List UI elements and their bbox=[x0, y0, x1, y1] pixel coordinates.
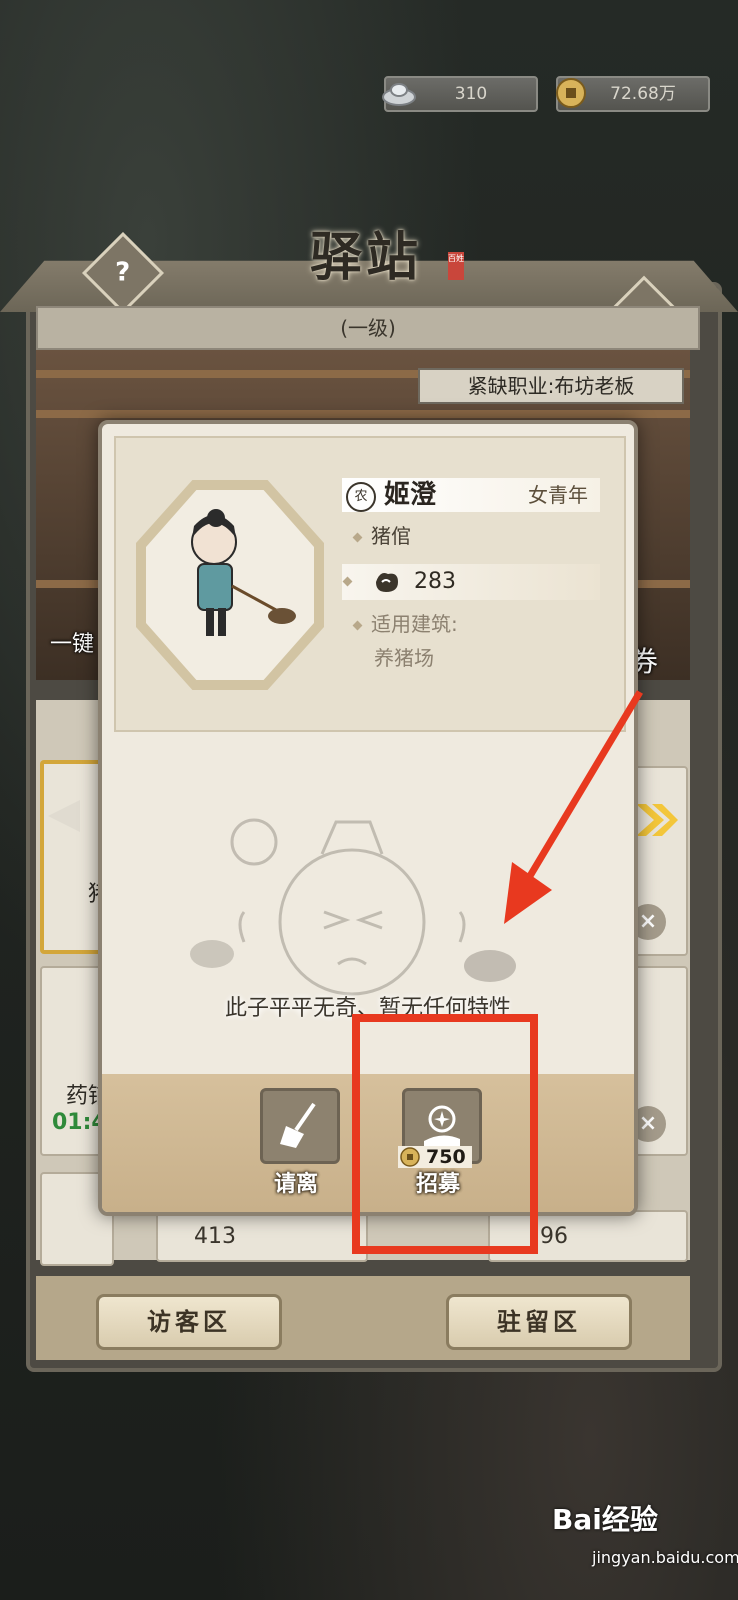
building-label-line: 适用建筑: bbox=[352, 608, 458, 637]
baidu-watermark-url: jingyan.baidu.com bbox=[592, 1548, 738, 1567]
ability-row: 283 bbox=[342, 564, 600, 600]
visitor-stat: 96 bbox=[540, 1224, 568, 1249]
station-title: 驿站 bbox=[309, 226, 422, 288]
baidu-watermark: Bai经验 bbox=[552, 1503, 658, 1536]
silver-amount: 310 bbox=[454, 84, 488, 104]
character-job: 猪倌 bbox=[371, 524, 411, 548]
resident-zone-button[interactable]: 驻留区 bbox=[446, 1294, 632, 1350]
broom-icon bbox=[280, 1102, 316, 1148]
character-name-row: 农 姬澄 女青年 bbox=[342, 478, 600, 512]
ability-value: 283 bbox=[414, 569, 456, 594]
station-level: (一级) bbox=[36, 306, 700, 350]
bullet-icon bbox=[352, 532, 363, 543]
dismiss-label[interactable]: 请离 bbox=[246, 1166, 346, 1198]
suitable-building-value: 养猪场 bbox=[374, 646, 434, 670]
character-gender-age: 女青年 bbox=[528, 483, 588, 507]
one-click-label[interactable]: 一键 bbox=[50, 626, 94, 658]
job-line: 猪倌 bbox=[352, 520, 411, 549]
visitor-stat: 413 bbox=[194, 1224, 236, 1249]
question-icon: ? bbox=[115, 258, 131, 288]
visitor-card-stat bbox=[156, 1210, 368, 1262]
annotation-arrow bbox=[504, 690, 644, 924]
character-name: 姬澄 bbox=[384, 480, 437, 510]
silver-ingot-icon bbox=[380, 74, 418, 112]
bullet-icon bbox=[352, 620, 363, 631]
coin-currency: 72.68万 bbox=[556, 76, 710, 112]
silver-currency: 310 bbox=[382, 76, 538, 112]
dismiss-button[interactable] bbox=[260, 1088, 340, 1164]
bullet-icon bbox=[342, 576, 353, 587]
copper-coin-icon bbox=[552, 74, 590, 112]
visitor-zone-button[interactable]: 访客区 bbox=[96, 1294, 282, 1350]
scarce-job-label: 紧缺职业:布坊老板 bbox=[418, 368, 684, 404]
coin-amount: 72.68万 bbox=[610, 84, 676, 104]
strength-icon bbox=[376, 573, 398, 592]
prev-arrow-icon[interactable] bbox=[44, 796, 84, 836]
recruit-highlight-box bbox=[352, 1014, 538, 1254]
title-seal: 百姓 bbox=[448, 252, 464, 280]
suitable-building-label: 适用建筑: bbox=[371, 612, 458, 636]
farmer-class-badge: 农 bbox=[346, 482, 376, 512]
